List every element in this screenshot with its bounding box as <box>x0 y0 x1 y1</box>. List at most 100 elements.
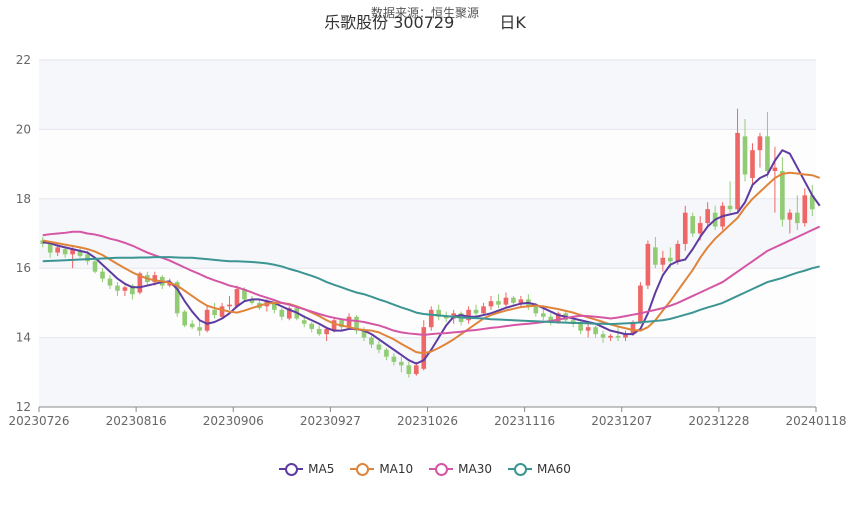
candle-body <box>122 287 128 291</box>
legend-marker-icon <box>429 462 454 476</box>
legend-label: MA30 <box>458 462 493 476</box>
candle-body <box>608 335 613 338</box>
candle-body <box>518 299 524 303</box>
x-tick-label: 20230816 <box>106 414 167 428</box>
candle-body <box>757 136 763 151</box>
candle-body <box>189 323 195 328</box>
y-tick-label: 20 <box>16 122 31 136</box>
candle-body <box>369 337 374 345</box>
candle-body <box>638 285 643 322</box>
candle-body <box>496 301 501 305</box>
candle-body <box>324 328 329 335</box>
legend-item-ma60[interactable]: MA60 <box>508 462 571 476</box>
plot-band <box>39 60 816 130</box>
x-axis: 20230726 20230816 20230906 20230927 20231026… <box>8 406 847 428</box>
candle-body <box>600 334 606 338</box>
candle-body <box>421 327 427 369</box>
candle-body <box>705 209 710 224</box>
candle-body <box>682 212 688 244</box>
candle-body <box>645 243 651 286</box>
legend-item-ma30[interactable]: MA30 <box>429 462 492 476</box>
x-tick-label: 20231207 <box>591 414 652 428</box>
candle-body <box>727 205 733 210</box>
candlestick-chart: 121416182022 20230726 20230816 20230906 202… <box>8 53 847 428</box>
candle-body <box>107 278 113 286</box>
candle-body <box>585 327 591 331</box>
x-tick-label: 20230726 <box>8 414 69 428</box>
candle-body <box>675 243 681 262</box>
legend-label: MA60 <box>537 462 571 476</box>
candle-body <box>787 212 793 220</box>
candle-body <box>346 316 352 328</box>
candle-body <box>593 327 598 335</box>
candle-body <box>399 361 404 366</box>
legend-marker-icon <box>508 462 533 476</box>
x-tick-label: 20231116 <box>494 414 555 428</box>
x-tick-label: 20230906 <box>203 414 264 428</box>
plot-band <box>39 129 816 199</box>
legend-item-ma10[interactable]: MA10 <box>350 462 413 476</box>
candle-body <box>802 195 808 224</box>
legend: MA5 MA10 MA30 MA60 <box>0 462 850 479</box>
x-tick-label: 20240118 <box>785 414 846 428</box>
candle-body <box>376 344 382 350</box>
candle-body <box>197 327 202 331</box>
candle-body <box>765 136 770 172</box>
candle-body <box>384 349 389 357</box>
candle-body <box>62 249 68 255</box>
y-tick-label: 14 <box>16 331 31 345</box>
candle-body <box>391 356 397 362</box>
candle-body <box>795 212 800 224</box>
candle-body <box>279 309 285 317</box>
plot-band <box>39 337 816 407</box>
candle-body <box>413 365 419 375</box>
candle-body <box>234 289 240 307</box>
candle-body <box>511 297 516 303</box>
candle-body <box>219 306 225 317</box>
y-tick-label: 16 <box>16 261 31 275</box>
candle-body <box>772 167 778 172</box>
candle-body <box>653 247 658 265</box>
candle-body <box>750 150 755 178</box>
candle-body <box>615 335 621 338</box>
candle-body <box>697 223 703 234</box>
legend-marker-icon <box>279 462 304 476</box>
candle-body <box>227 304 232 307</box>
y-axis: 12 14 16 18 20 22 <box>16 53 31 414</box>
candle-body <box>47 243 53 253</box>
candle-body <box>309 323 315 329</box>
candle-body <box>204 309 210 331</box>
candle-body <box>115 285 120 291</box>
candle-body <box>406 365 412 375</box>
legend-marker-icon <box>350 462 375 476</box>
x-tick-label: 20231228 <box>688 414 749 428</box>
legend-label: MA5 <box>308 462 335 476</box>
candle-body <box>540 313 546 317</box>
candle-body <box>55 247 60 253</box>
candle-body <box>780 171 785 220</box>
candle-body <box>667 257 673 262</box>
candle-body <box>503 297 509 305</box>
candle-body <box>473 309 479 314</box>
candle-body <box>660 257 666 265</box>
y-tick-label: 22 <box>16 53 31 67</box>
candle-body <box>182 311 188 326</box>
y-tick-label: 18 <box>16 192 31 206</box>
y-tick-label: 12 <box>16 400 31 414</box>
candle-body <box>690 216 696 234</box>
candle-body <box>428 309 434 328</box>
candle-body <box>100 271 105 279</box>
candle-body <box>742 136 748 175</box>
candle-body <box>92 261 98 272</box>
candle-body <box>301 320 307 324</box>
legend-label: MA10 <box>379 462 414 476</box>
x-tick-label: 20231026 <box>397 414 458 428</box>
candle-body <box>316 328 322 335</box>
candle-body <box>735 132 740 210</box>
legend-item-ma5[interactable]: MA5 <box>279 462 334 476</box>
candle-body <box>212 309 217 316</box>
candle-body <box>533 306 539 314</box>
x-tick-label: 20230927 <box>300 414 361 428</box>
candle-body <box>488 301 494 307</box>
candle-body <box>481 306 486 314</box>
